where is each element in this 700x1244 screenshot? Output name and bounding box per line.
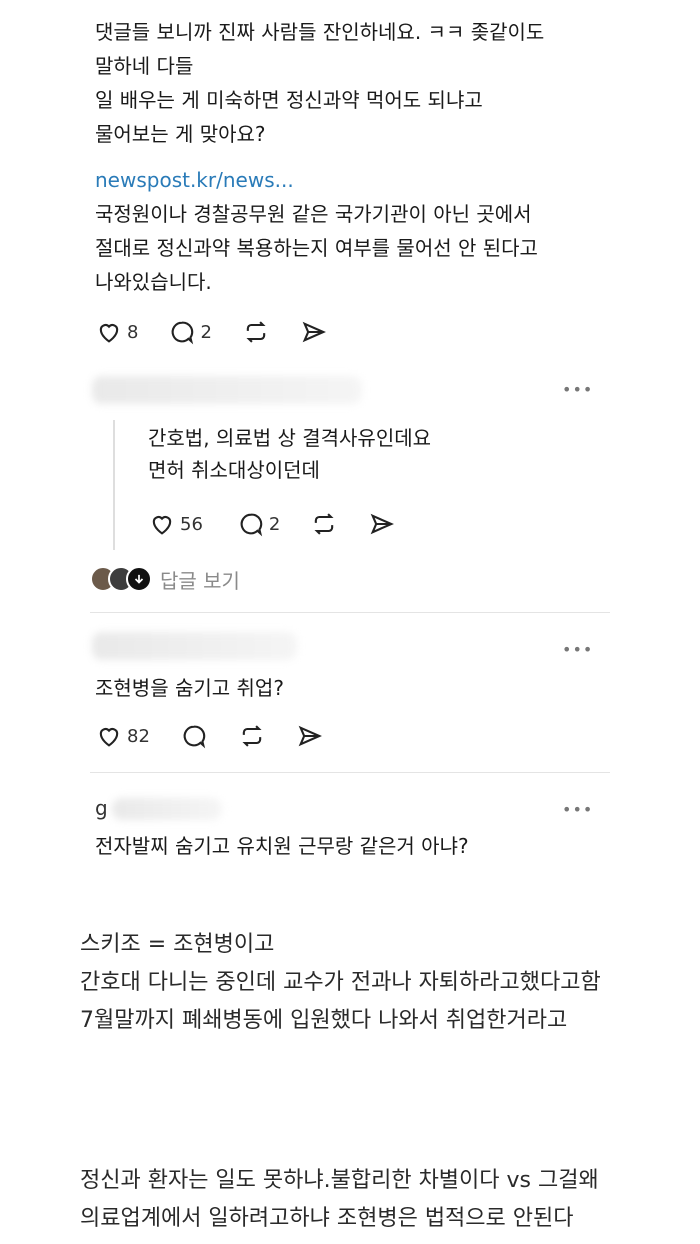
comment-button[interactable]: 2 (237, 510, 280, 538)
post-1-line-4: 물어보는 게 맞아요? (95, 122, 266, 146)
body-line: 정신과 환자는 일도 못하냐.불합리한 차별이다 vs 그걸왜 (80, 1168, 599, 1193)
username-initial[interactable]: g (95, 796, 108, 820)
comment-bubble-icon (183, 725, 206, 749)
repost-icon (246, 321, 266, 343)
more-options-button[interactable]: ••• (562, 380, 593, 399)
more-options-button[interactable]: ••• (562, 640, 593, 659)
reply-1-actions: 56 2 (148, 508, 426, 540)
send-icon (371, 513, 395, 535)
post-1-body: 국정원이나 경찰공무원 같은 국가기관이 아닌 곳에서 절대로 정신과약 복용하… (95, 202, 538, 294)
share-button[interactable] (368, 510, 396, 538)
thread-line (113, 420, 115, 550)
like-button[interactable]: 56 (148, 510, 203, 538)
like-count: 82 (127, 725, 150, 747)
arrow-down-icon (134, 574, 144, 584)
heart-icon (152, 516, 172, 535)
post-1-body-line-1: 국정원이나 경찰공무원 같은 국가기관이 아닌 곳에서 (95, 202, 532, 226)
send-icon (298, 725, 322, 747)
body-paragraph-1: 스키조 = 조현병이고 간호대 다니는 중인데 교수가 전과나 자퇴하라고했다고… (80, 928, 601, 1038)
repost-icon (314, 513, 334, 535)
like-button[interactable]: 8 (95, 318, 138, 346)
body-line: 7월말까지 폐쇄병동에 입원했다 나와서 취업한거라고 (80, 1008, 568, 1033)
view-replies-link[interactable]: 답글 보기 (160, 565, 240, 594)
comment-count: 2 (268, 513, 281, 535)
post-2-text: 조현병을 숨기고 취업? (95, 676, 284, 700)
post-1-line-1: 댓글들 보니까 진짜 사람들 잔인하네요. ㅋㅋ 좆같이도 (95, 20, 545, 44)
reply-1-line-1: 간호법, 의료법 상 결격사유인데요 (148, 426, 432, 450)
body-line: 의료업계에서 일하려고하냐 조현병은 법적으로 안된다 (80, 1206, 574, 1231)
share-button[interactable] (296, 722, 324, 750)
repost-button[interactable] (238, 722, 266, 750)
comment-count: 2 (200, 321, 212, 343)
reply-1-text: 간호법, 의료법 상 결격사유인데요 면허 취소대상이던데 (148, 426, 431, 482)
body-line: 간호대 다니는 중인데 교수가 전과나 자퇴하라고했다고함 (80, 970, 601, 995)
send-icon (302, 321, 326, 343)
blurred-username (112, 798, 222, 820)
body-line: 스키조 = 조현병이고 (80, 932, 275, 957)
reply-1-line-2: 면허 취소대상이던데 (148, 458, 320, 482)
avatar (126, 566, 152, 592)
repost-button[interactable] (242, 318, 270, 346)
divider (90, 772, 610, 773)
more-options-button[interactable]: ••• (562, 800, 593, 819)
share-button[interactable] (300, 318, 328, 346)
like-count: 56 (180, 513, 203, 535)
repost-icon (242, 725, 262, 747)
comment-bubble-icon (240, 513, 263, 537)
like-button[interactable]: 82 (95, 722, 150, 750)
reply-avatars[interactable] (90, 566, 152, 592)
blurred-username (92, 376, 362, 404)
post-2-actions: 82 (95, 720, 354, 752)
post-3-text: 전자발찌 숨기고 유치원 근무랑 같은거 아냐? (95, 834, 469, 858)
comment-bubble-icon (172, 321, 194, 345)
post-1-link[interactable]: newspost.kr/news... (95, 168, 294, 192)
comment-button[interactable]: 2 (168, 318, 212, 346)
divider (90, 612, 610, 613)
post-1-line-2: 말하네 다들 (95, 54, 194, 78)
heart-icon (99, 324, 119, 343)
post-1-body-line-2: 절대로 정신과약 복용하는지 여부를 물어선 안 된다고 (95, 236, 538, 260)
like-count: 8 (127, 321, 139, 343)
post-1: 댓글들 보니까 진짜 사람들 잔인하네요. ㅋㅋ 좆같이도 말하네 다들 일 배… (95, 20, 544, 146)
blurred-username (92, 632, 297, 660)
heart-icon (99, 728, 119, 747)
post-1-line-3: 일 배우는 게 미숙하면 정신과약 먹어도 되냐고 (95, 88, 483, 112)
comment-button[interactable] (180, 722, 208, 750)
repost-button[interactable] (310, 510, 338, 538)
body-paragraph-2: 정신과 환자는 일도 못하냐.불합리한 차별이다 vs 그걸왜 의료업계에서 일… (80, 1164, 599, 1236)
post-1-body-line-3: 나와있습니다. (95, 270, 212, 294)
post-1-actions: 8 2 (95, 316, 358, 348)
